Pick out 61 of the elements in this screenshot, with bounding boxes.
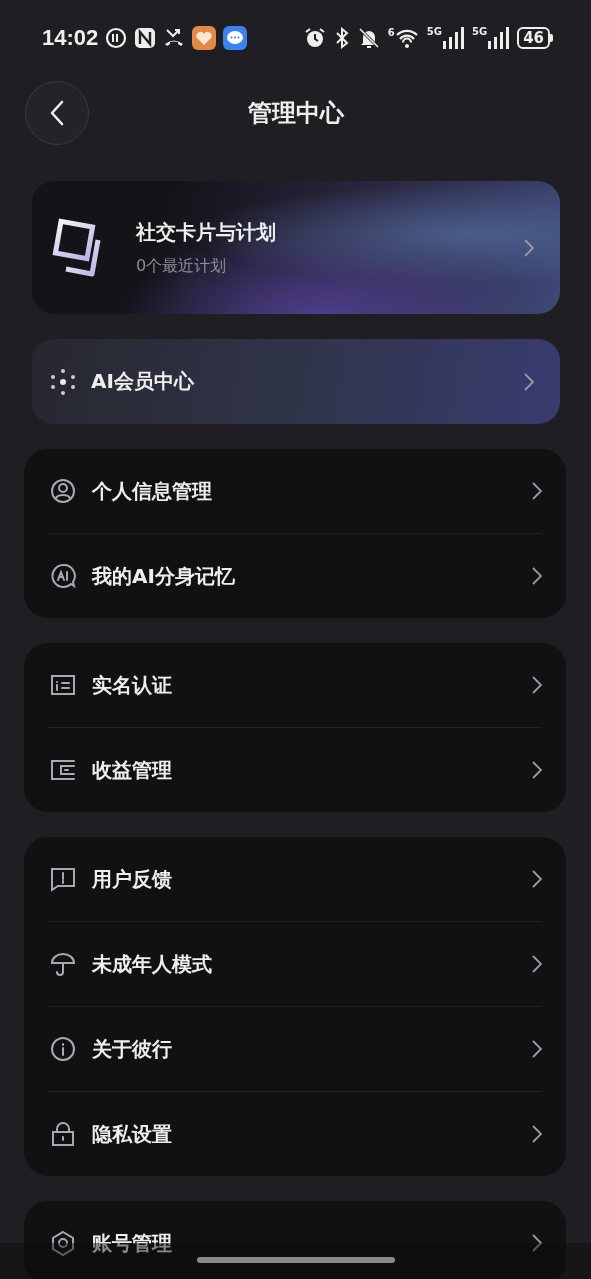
row-label: 用户反馈 [92, 865, 173, 893]
chevron-right-icon [524, 372, 534, 391]
settings-row[interactable]: 个人信息管理 [48, 449, 542, 533]
chevron-right-icon [532, 955, 542, 973]
battery-tip-icon [550, 34, 553, 42]
wifi-label: 6 [387, 28, 395, 38]
social-card[interactable]: 社交卡片与计划 0个最近计划 [32, 181, 560, 314]
ai-chat-icon [50, 563, 76, 589]
settings-row[interactable]: 收益管理 [48, 728, 542, 812]
chevron-right-icon [532, 1125, 542, 1143]
row-label: 实名认证 [92, 671, 173, 699]
settings-row[interactable]: 用户反馈 [48, 837, 542, 921]
row-label: 关于彼行 [92, 1035, 173, 1063]
hexagon-icon [50, 1230, 76, 1256]
row-label: 隐私设置 [92, 1120, 173, 1148]
wallet-icon [50, 757, 76, 783]
info-icon [50, 1036, 76, 1062]
card-subtitle: 0个最近计划 [136, 255, 228, 277]
chevron-right-icon [524, 238, 534, 257]
muted-bell-icon [357, 27, 380, 49]
wifi-icon [394, 28, 419, 48]
chevron-right-icon [532, 567, 542, 585]
chevron-right-icon [532, 676, 542, 694]
lock-icon [50, 1121, 76, 1147]
chevron-right-icon [532, 1040, 542, 1058]
card-title: 社交卡片与计划 [136, 218, 277, 246]
message-app-icon [223, 26, 248, 50]
settings-row[interactable]: 我的AI分身记忆 [48, 534, 542, 618]
signal-icon [487, 27, 510, 49]
chevron-right-icon [532, 1234, 542, 1252]
battery-level: 46 [517, 27, 550, 49]
row-label: 账号管理 [92, 1229, 173, 1257]
row-label: 未成年人模式 [92, 950, 213, 978]
chevron-right-icon [532, 870, 542, 888]
umbrella-icon [50, 951, 76, 977]
signal-icon [441, 27, 464, 49]
health-app-icon [192, 26, 217, 50]
network-label: 5G [426, 27, 442, 37]
ai-member-card[interactable]: AI会员中心 [32, 339, 560, 424]
settings-row[interactable]: 关于彼行 [48, 1007, 542, 1091]
settings-row[interactable]: 未成年人模式 [48, 922, 542, 1006]
card-title: AI会员中心 [91, 368, 195, 395]
settings-row[interactable]: 隐私设置 [48, 1092, 542, 1176]
person-icon [50, 478, 76, 504]
back-icon [50, 100, 64, 126]
feedback-icon [50, 866, 76, 892]
chevron-right-icon [532, 761, 542, 779]
row-label: 收益管理 [92, 756, 173, 784]
network-label: 5G [471, 27, 488, 37]
settings-row[interactable]: 账号管理 [48, 1201, 542, 1279]
nfc-icon [134, 27, 157, 49]
row-label: 个人信息管理 [92, 477, 213, 505]
settings-row[interactable]: 实名认证 [48, 643, 542, 727]
row-label: 我的AI分身记忆 [92, 562, 236, 590]
bluetooth-icon [333, 27, 350, 49]
status-time: 14:02 [42, 25, 99, 51]
sparkle-dots-icon [50, 367, 76, 396]
chevron-right-icon [532, 482, 542, 500]
page-title: 管理中心 [247, 98, 344, 129]
id-card-icon [50, 672, 76, 698]
alarm-icon [303, 27, 326, 49]
